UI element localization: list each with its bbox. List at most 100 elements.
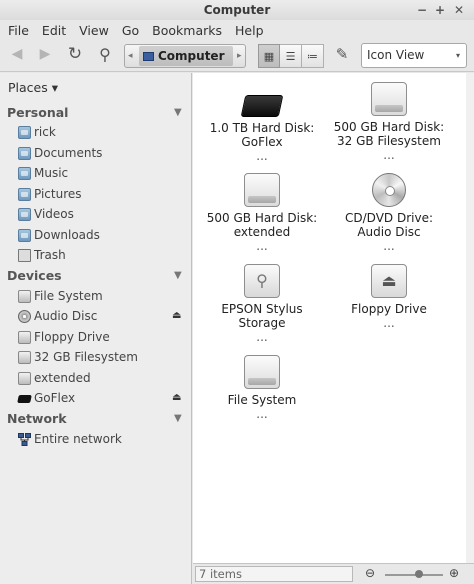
sidebar-item-music[interactable]: Music [18,164,188,182]
sidebar-item-rick[interactable]: rick [18,123,188,141]
file-view[interactable]: 1.0 TB Hard Disk: GoFlex ... 500 GB Hard… [193,73,474,563]
section-devices: Devices [7,268,62,283]
collapse-devices-icon[interactable]: ▼ [174,270,182,281]
sidebar-item-file-system[interactable]: File System [18,287,188,305]
file-label-ellipsis: ... [383,148,395,162]
section-network: Network [7,411,67,426]
search-button[interactable]: ⚲ [94,44,116,64]
sidebar: Places ▾ Personal ▼ rick Documents Music… [0,73,192,584]
file-item-32gb-filesystem[interactable]: 500 GB Hard Disk: 32 GB Filesystem ... [326,82,452,162]
forward-button[interactable]: ▶ [34,44,56,64]
sidebar-item-audio-disc[interactable]: Audio Disc [18,307,188,325]
collapse-personal-icon[interactable]: ▼ [174,107,182,118]
file-label-ellipsis: ... [256,407,268,421]
back-button[interactable]: ◀ [6,44,28,64]
sidebar-item-pictures[interactable]: Pictures [18,185,188,203]
content-scrollbar[interactable] [466,73,474,563]
file-item-file-system[interactable]: File System ... [199,355,325,421]
home-folder-icon [18,125,31,139]
hard-disk-icon [244,173,280,207]
sidebar-item-label: Floppy Drive [34,330,110,344]
zoom-in-button[interactable]: ⊕ [449,566,459,580]
menu-go[interactable]: Go [122,23,139,38]
file-label-line2: extended [233,225,291,239]
floppy-drive-icon [18,330,31,344]
path-bar: ◂ Computer ▸ [124,44,246,68]
sidebar-item-goflex[interactable]: GoFlex [17,389,188,407]
file-label-ellipsis: ... [256,149,268,163]
hard-disk-icon [244,355,280,389]
zoom-out-button[interactable]: ⊖ [365,566,375,580]
view-toggle-group: ▦ ☰ ≔ [258,44,326,68]
file-label-line1: Floppy Drive [351,302,427,316]
sidebar-item-extended[interactable]: extended [18,369,188,387]
path-scroll-left-button[interactable]: ◂ [128,45,133,67]
section-personal: Personal [7,105,69,120]
sidebar-item-label: Downloads [34,228,100,242]
window-titlebar: Computer − + ✕ [0,0,474,20]
sidebar-item-documents[interactable]: Documents [18,144,188,162]
file-label-line1: 1.0 TB Hard Disk: [209,121,315,135]
pictures-folder-icon [18,187,31,201]
file-item-goflex[interactable]: 1.0 TB Hard Disk: GoFlex ... [199,87,325,163]
usb-storage-icon: ⚲ [244,264,280,298]
sidebar-item-label: Pictures [34,187,82,201]
file-label-line1: 500 GB Hard Disk: [206,211,318,225]
sidebar-item-trash[interactable]: Trash [18,246,188,264]
zoom-slider-handle[interactable] [415,570,423,578]
icon-view-button[interactable]: ▦ [258,44,280,68]
sidebar-item-downloads[interactable]: Downloads [18,226,188,244]
file-item-floppy-drive[interactable]: ⏏ Floppy Drive ... [326,264,452,330]
maximize-button[interactable]: + [432,2,448,18]
zoom-slider[interactable] [385,574,443,576]
sidebar-item-label: 32 GB Filesystem [34,350,138,364]
file-label-ellipsis: ... [256,330,268,344]
sidebar-item-label: Entire network [34,432,122,446]
file-item-extended[interactable]: 500 GB Hard Disk: extended ... [199,173,325,253]
external-drive-icon [17,395,32,403]
sidebar-item-videos[interactable]: Videos [18,205,188,223]
path-scroll-right-button[interactable]: ▸ [237,45,242,67]
network-icon [18,432,31,446]
sidebar-item-label: extended [34,371,91,385]
sidebar-item-32gb-filesystem[interactable]: 32 GB Filesystem [18,348,188,366]
close-button[interactable]: ✕ [451,2,467,18]
file-label-line2: Audio Disc [357,225,421,239]
file-item-epson-storage[interactable]: ⚲ EPSON Stylus Storage ... [199,264,325,344]
sidebar-item-label: Music [34,166,69,180]
sidebar-item-entire-network[interactable]: Entire network [18,430,188,448]
sidebar-item-label: Audio Disc [34,309,98,323]
menu-bookmarks[interactable]: Bookmarks [152,23,222,38]
menu-edit[interactable]: Edit [42,23,66,38]
eject-audio-disc-icon[interactable]: ⏏ [172,310,181,321]
hard-disk-icon [18,371,31,385]
file-label-line2: Storage [238,316,286,330]
menu-file[interactable]: File [8,23,29,38]
collapse-network-icon[interactable]: ▼ [174,413,182,424]
chevron-down-icon: ▾ [455,51,460,60]
menu-view[interactable]: View [79,23,109,38]
menu-help[interactable]: Help [235,23,264,38]
compact-view-button[interactable]: ≔ [302,44,324,68]
view-mode-select[interactable]: Icon View ▾ [361,43,467,68]
sidebar-item-label: Videos [34,207,74,221]
computer-icon [143,51,154,61]
path-computer-label: Computer [158,49,225,63]
reload-button[interactable]: ↻ [64,44,86,64]
music-folder-icon [18,166,31,180]
sidebar-item-floppy-drive[interactable]: Floppy Drive [18,328,188,346]
external-drive-icon [240,95,284,117]
downloads-folder-icon [18,228,31,242]
file-item-audio-disc[interactable]: CD/DVD Drive: Audio Disc ... [326,173,452,253]
location-edit-button[interactable]: ✎ [331,44,353,64]
menu-bar: File Edit View Go Bookmarks Help [0,20,474,40]
list-view-button[interactable]: ☰ [280,44,302,68]
eject-goflex-icon[interactable]: ⏏ [172,392,181,403]
eject-icon: ⏏ [381,271,397,290]
file-label-line1: EPSON Stylus [221,302,303,316]
minimize-button[interactable]: − [414,2,430,18]
places-dropdown[interactable]: Places ▾ [8,80,58,95]
documents-folder-icon [18,146,31,160]
status-bar: 7 items ⊖ ⊕ [193,563,474,584]
path-computer-button[interactable]: Computer [139,46,233,66]
